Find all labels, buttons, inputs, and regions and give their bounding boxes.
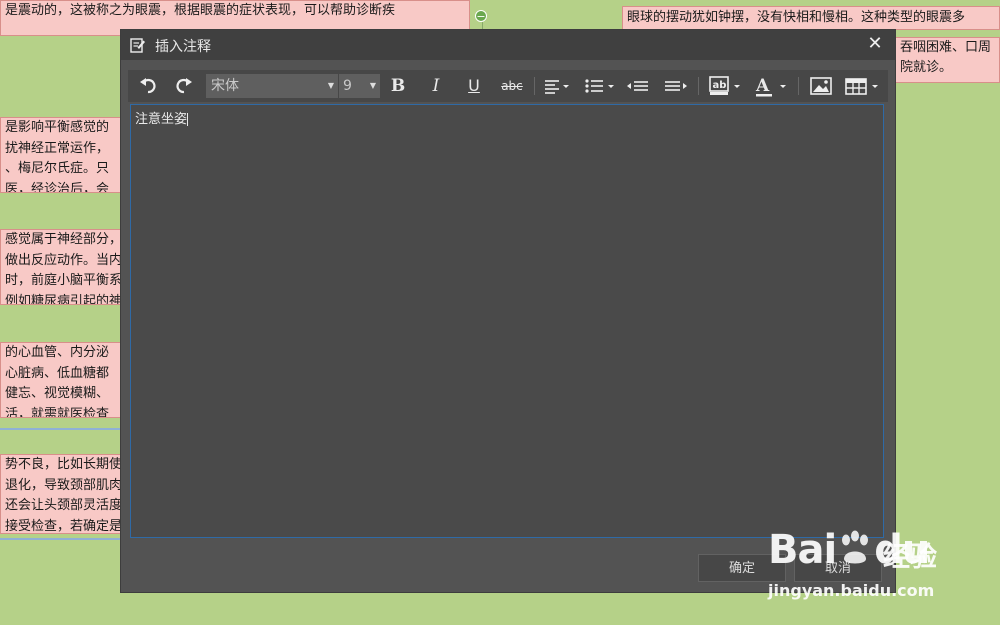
font-color-button[interactable]: A [752, 74, 792, 98]
dialog-title: 插入注释 [155, 39, 211, 55]
collapse-toggle-icon[interactable]: − [475, 10, 487, 22]
mindmap-node-left-3[interactable]: 的心血管、内分泌 心脏病、低血糖都 健忘、视觉模糊、 活，就需就医检查 [0, 342, 121, 418]
svg-text:ab: ab [713, 80, 727, 91]
close-button[interactable]: ✕ [865, 34, 885, 54]
watermark-cn: 经验 [883, 542, 937, 573]
toolbar-separator [798, 77, 799, 95]
editor-text: 注意坐姿 [135, 112, 188, 127]
highlight-color-icon[interactable]: ab [706, 74, 746, 98]
underline-button[interactable]: U [462, 74, 486, 98]
dialog-titlebar[interactable]: 插入注释 ✕ [121, 30, 895, 60]
format-toolbar: 宋体 ▼ 9 ▼ B I U abc ab A [128, 70, 888, 102]
outdent-icon[interactable] [624, 74, 652, 98]
bold-button[interactable]: B [386, 74, 410, 98]
note-editor[interactable]: 注意坐姿 [130, 104, 884, 538]
mindmap-divider [0, 538, 121, 540]
mindmap-divider [0, 428, 121, 430]
strikethrough-button[interactable]: abc [498, 74, 526, 98]
logo-text: Bai [768, 527, 837, 573]
mindmap-node-top-right[interactable]: 眼球的摆动犹如钟摆，没有快相和慢相。这种类型的眼震多 [622, 6, 1000, 30]
table-icon[interactable] [842, 74, 882, 98]
paw-icon [842, 530, 869, 564]
redo-icon[interactable] [172, 74, 196, 98]
align-left-icon[interactable] [542, 74, 574, 98]
insert-note-dialog: 插入注释 ✕ 宋体 ▼ 9 ▼ B I U abc ab A 注意坐姿 确定 取… [121, 30, 895, 592]
toolbar-separator [534, 77, 535, 95]
font-size-select[interactable]: 9 ▼ [338, 74, 380, 98]
note-edit-icon [130, 37, 146, 53]
italic-button[interactable]: I [424, 74, 448, 98]
bullet-list-icon[interactable] [582, 74, 618, 98]
watermark-url: jingyan.baidu.com [768, 581, 935, 600]
font-family-value: 宋体 [211, 78, 239, 94]
mindmap-node-left-2[interactable]: 感觉属于神经部分， 做出反应动作。当内 时，前庭小脑平衡系 例如糖尿病引起的神 [0, 229, 121, 305]
image-icon[interactable] [808, 74, 836, 98]
connector-line [482, 22, 483, 30]
chevron-down-icon: ▼ [369, 81, 376, 90]
undo-icon[interactable] [136, 74, 160, 98]
chevron-down-icon: ▼ [327, 81, 334, 90]
mindmap-node-left-1[interactable]: 是影响平衡感觉的 扰神经正常运作， 、梅尼尔氏症。只 医，经诊治后，会 [0, 117, 121, 193]
baidu-watermark: Bai du 经验 jingyan.baidu.com [768, 519, 948, 619]
font-family-select[interactable]: 宋体 ▼ [206, 74, 338, 98]
toolbar-separator [698, 77, 699, 95]
mindmap-node-left-4[interactable]: 势不良，比如长期使 退化，导致颈部肌肉 还会让头颈部灵活度 接受检查，若确定是 [0, 454, 121, 534]
indent-icon[interactable] [662, 74, 690, 98]
mindmap-node-right[interactable]: 吞咽困难、口周 院就诊。 [895, 37, 1000, 83]
text-cursor [187, 113, 189, 126]
font-size-value: 9 [343, 78, 352, 94]
